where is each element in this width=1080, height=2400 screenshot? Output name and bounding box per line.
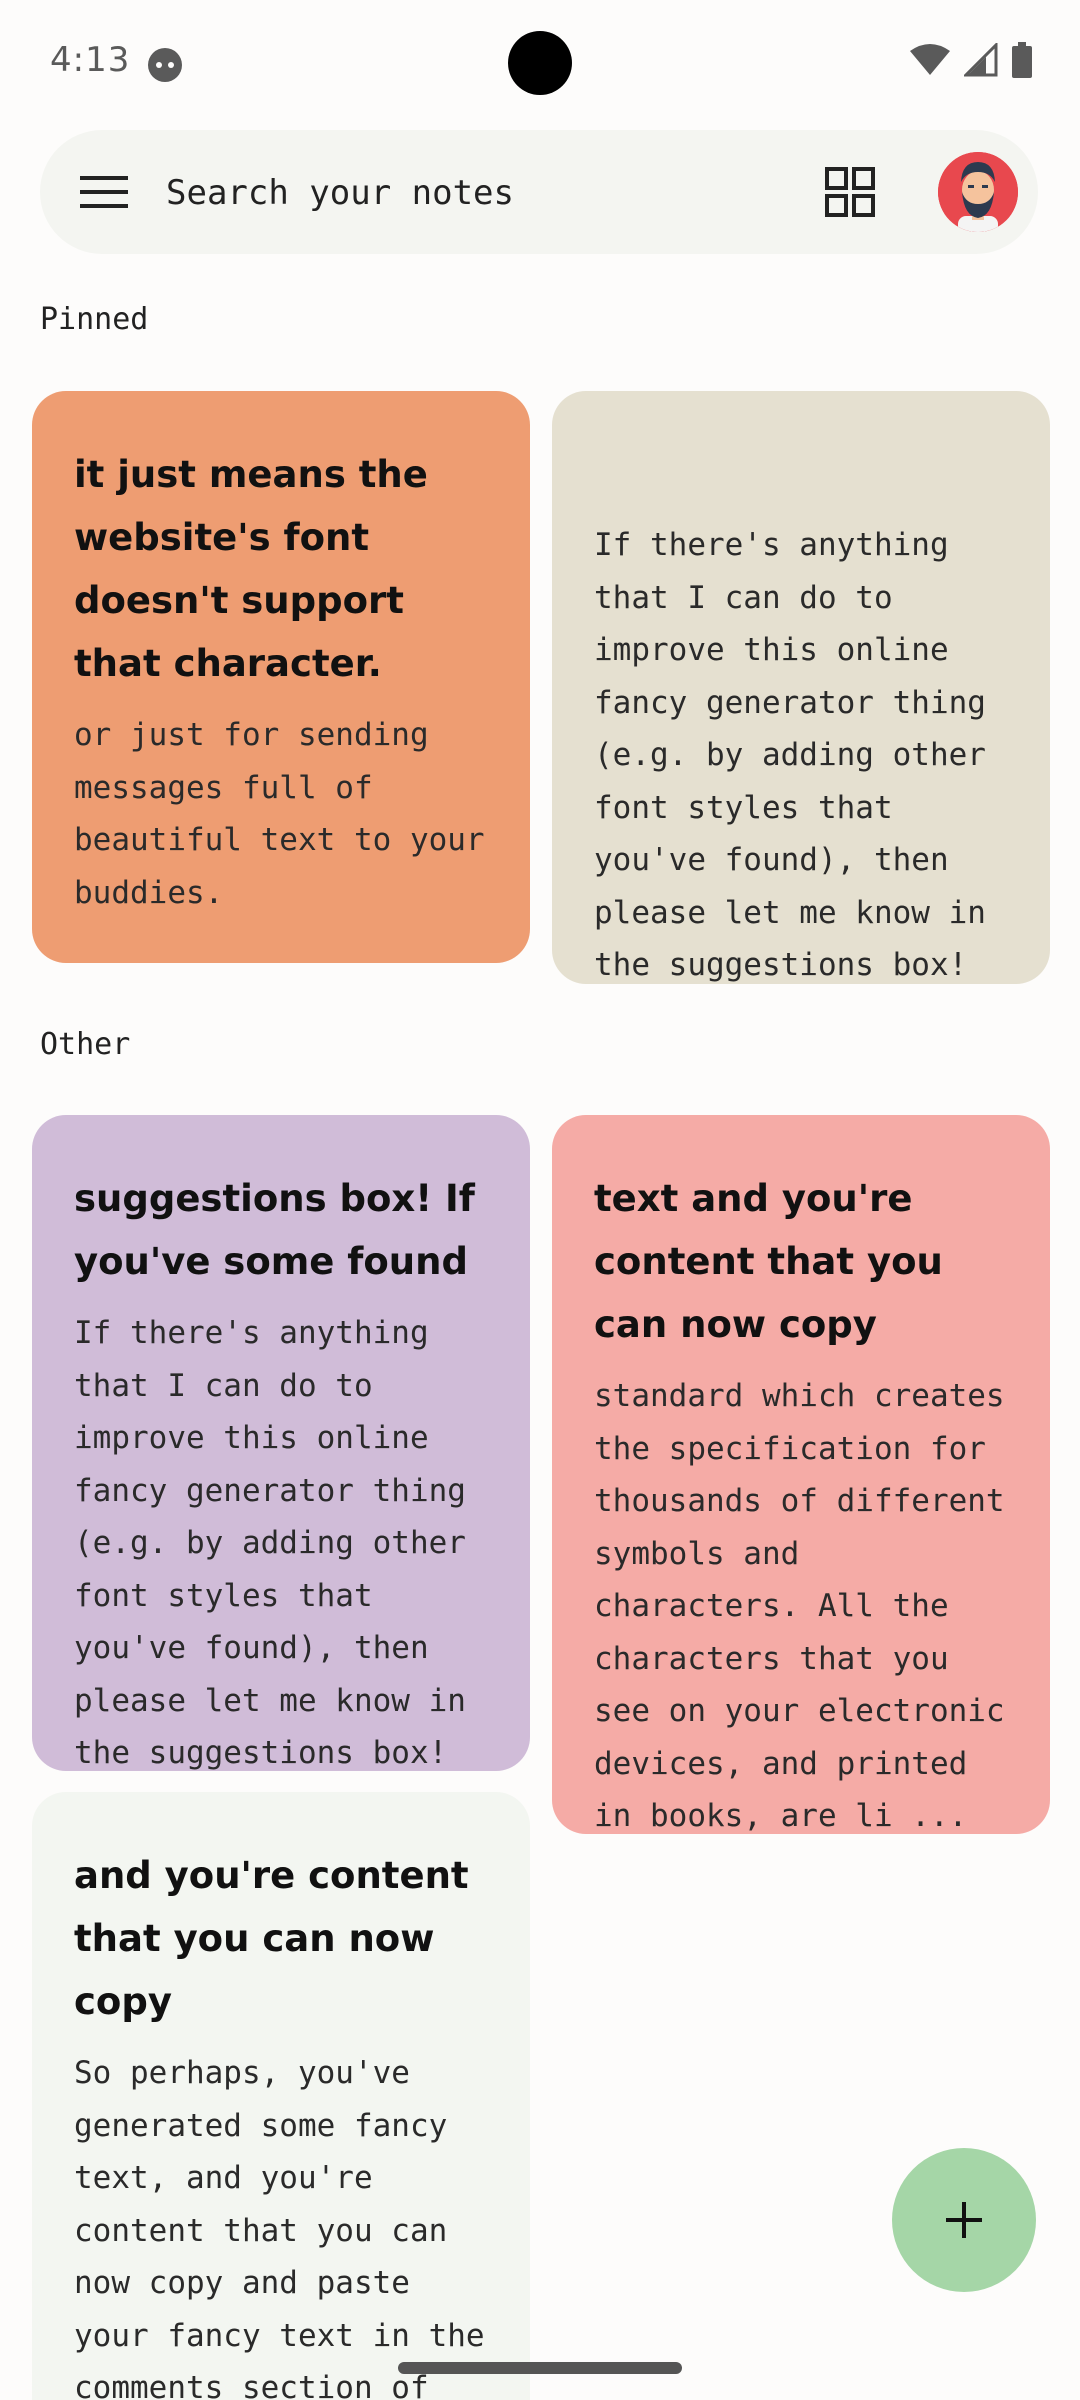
- other-section-label: Other: [40, 1027, 131, 1062]
- menu-icon: [80, 176, 128, 208]
- note-body: So perhaps, you've generated some fancy …: [74, 2055, 485, 2400]
- home-indicator: [398, 2362, 682, 2374]
- notes-screen: 4:13 Search your notes Pinned it just me…: [0, 0, 1080, 2400]
- new-note-button[interactable]: [892, 2148, 1036, 2292]
- avatar-icon: [938, 152, 1018, 232]
- grid-view-button[interactable]: [818, 160, 882, 224]
- search-bar: [40, 130, 1038, 254]
- notification-face-icon: [148, 48, 182, 82]
- note-card[interactable]: suggestions box! If you've some found If…: [32, 1115, 530, 1771]
- note-card[interactable]: it just means the website's font doesn't…: [32, 391, 530, 963]
- wifi-icon: [910, 43, 950, 81]
- note-body: standard which creates the specification…: [594, 1378, 1005, 1834]
- menu-button[interactable]: [72, 160, 136, 224]
- status-icons: [910, 41, 1032, 82]
- note-title: text and you're content that you can now…: [594, 1177, 943, 1346]
- note-body: If there's anything that I can do to imp…: [594, 527, 986, 983]
- battery-icon: [1012, 42, 1032, 82]
- status-bar: 4:13: [0, 0, 1080, 128]
- cellular-signal-icon: [962, 41, 998, 81]
- note-title: suggestions box! If you've some found: [74, 1177, 475, 1283]
- note-body: If there's anything that I can do to imp…: [74, 1315, 466, 1771]
- note-card[interactable]: and you're content that you can now copy…: [32, 1792, 530, 2400]
- status-time: 4:13: [50, 40, 131, 80]
- pinned-section-label: Pinned: [40, 302, 149, 337]
- plus-icon: [946, 2202, 982, 2238]
- note-body: or just for sending messages full of bea…: [74, 717, 485, 911]
- note-title: it just means the website's font doesn't…: [74, 453, 428, 685]
- note-card[interactable]: If there's anything that I can do to imp…: [552, 391, 1050, 984]
- search-input[interactable]: [164, 158, 728, 228]
- camera-cutout: [508, 31, 572, 95]
- note-card[interactable]: text and you're content that you can now…: [552, 1115, 1050, 1834]
- avatar[interactable]: [938, 152, 1018, 232]
- note-title: and you're content that you can now copy: [74, 1854, 469, 2023]
- grid-view-icon: [825, 167, 875, 217]
